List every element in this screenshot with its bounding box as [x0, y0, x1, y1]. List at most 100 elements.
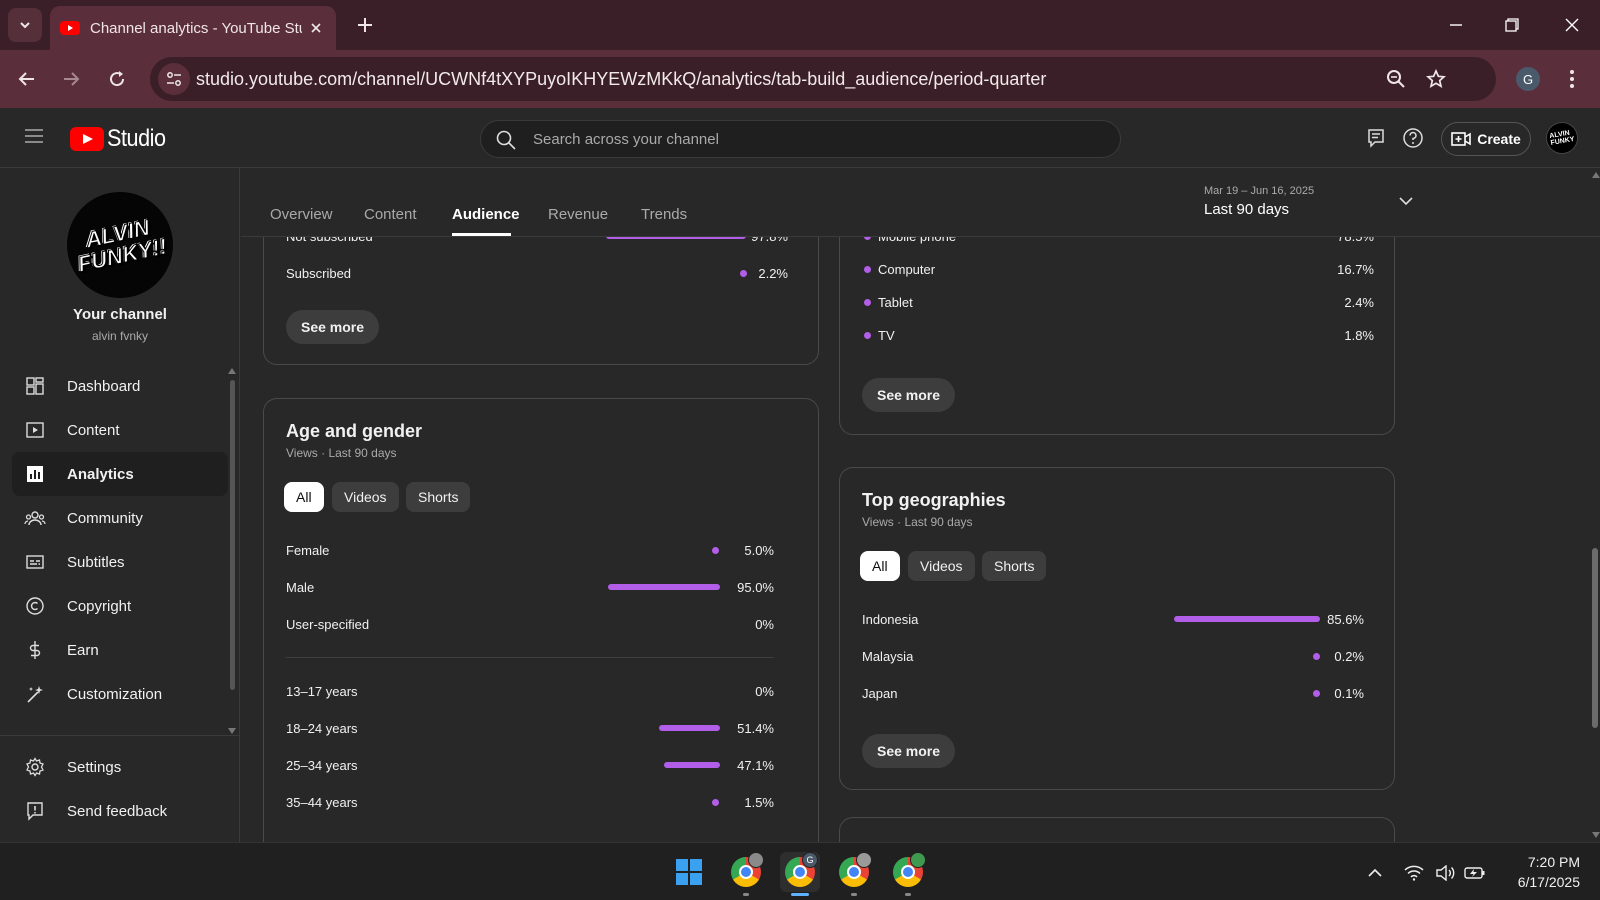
tab-audience[interactable]: Audience: [452, 206, 520, 223]
menu-icon[interactable]: [24, 128, 46, 146]
tab-content[interactable]: Content: [364, 206, 417, 223]
top-geographies-card: Top geographies Views · Last 90 days All…: [839, 467, 1395, 790]
legend-dot: [864, 299, 871, 306]
analytics-tabs: Overview Content Audience Revenue Trends…: [241, 169, 1600, 237]
filter-chip-shorts[interactable]: Shorts: [982, 551, 1047, 581]
tab-search-button[interactable]: [8, 8, 42, 42]
sidebar-item-settings[interactable]: Settings: [12, 745, 228, 789]
tab-revenue[interactable]: Revenue: [548, 206, 608, 223]
sidebar-item-dashboard[interactable]: Dashboard: [12, 364, 228, 408]
create-button[interactable]: Create: [1441, 122, 1531, 156]
filter-chip-videos[interactable]: Videos: [332, 482, 399, 512]
card-title: Top geographies: [862, 490, 1006, 510]
sidebar-item-content[interactable]: Content: [12, 408, 228, 452]
bookmark-star-icon[interactable]: [1424, 67, 1448, 91]
minimize-icon[interactable]: [1442, 12, 1470, 38]
legend-dot: [864, 332, 871, 339]
sidebar-scrollbar[interactable]: [230, 380, 235, 690]
clock-date: 6/17/2025: [1517, 874, 1580, 890]
messages-icon[interactable]: [1364, 126, 1388, 150]
sidebar-item-customization[interactable]: Customization: [12, 672, 228, 716]
main-scrollbar[interactable]: [1592, 548, 1598, 728]
sidebar-divider: [0, 735, 240, 736]
row-value: 85.6%: [1327, 612, 1364, 627]
sidebar-item-subtitles[interactable]: Subtitles: [12, 540, 228, 584]
wifi-icon[interactable]: [1403, 862, 1425, 884]
zoom-icon[interactable]: [1384, 67, 1408, 91]
see-more-button[interactable]: See more: [862, 378, 956, 412]
period-selector[interactable]: Mar 19 – Jun 16, 2025 Last 90 days: [1204, 185, 1314, 218]
filter-chip-all[interactable]: All: [284, 482, 324, 512]
age-gender-card: Age and gender Views · Last 90 days All …: [263, 398, 819, 842]
see-more-button[interactable]: See more: [862, 734, 956, 768]
chrome-profile-3-icon[interactable]: [834, 852, 874, 892]
browser-profile-avatar[interactable]: G: [1516, 67, 1540, 91]
row-value: 1.5%: [744, 795, 774, 810]
search-icon: [495, 129, 517, 151]
volume-icon[interactable]: [1434, 862, 1456, 884]
tray-chevron-up-icon[interactable]: [1364, 862, 1386, 884]
percent-bar: [664, 762, 720, 768]
battery-charging-icon[interactable]: [1464, 862, 1486, 884]
windows-start-icon[interactable]: [669, 852, 709, 892]
analytics-icon: [24, 463, 46, 485]
search-input[interactable]: [533, 121, 1093, 157]
chrome-active-profile-icon[interactable]: G: [780, 852, 820, 892]
earn-icon: [24, 639, 46, 661]
back-arrow-icon[interactable]: [14, 66, 40, 92]
address-bar[interactable]: studio.youtube.com/channel/UCWNf4tXYPuyo…: [150, 57, 1496, 101]
clock-time: 7:20 PM: [1527, 854, 1580, 870]
channel-handle: alvin fvnky: [91, 329, 149, 343]
feedback-icon: [24, 800, 46, 822]
restore-icon[interactable]: [1498, 12, 1526, 38]
main-scroll-down-icon[interactable]: [1592, 832, 1600, 838]
card-subtitle: Views · Last 90 days: [862, 515, 973, 529]
legend-dot: [864, 266, 871, 273]
tab-title: Channel analytics - YouTube Studio: [90, 19, 302, 37]
channel-search[interactable]: [480, 120, 1121, 158]
sidebar-scroll-down-icon[interactable]: [228, 728, 236, 734]
filter-chip-shorts[interactable]: Shorts: [406, 482, 471, 512]
row-value: 16.7%: [1337, 262, 1374, 277]
browser-tab[interactable]: Channel analytics - YouTube Studio: [50, 6, 336, 50]
chrome-profile-1-icon[interactable]: [726, 852, 766, 892]
channel-avatar[interactable]: ALVIN FUNKY!!: [67, 192, 173, 298]
chrome-profile-4-icon[interactable]: [888, 852, 928, 892]
main-scroll-up-icon[interactable]: [1592, 172, 1600, 178]
browser-menu-icon[interactable]: [1564, 67, 1580, 91]
tab-trends[interactable]: Trends: [641, 206, 687, 223]
customization-icon: [24, 683, 46, 705]
chevron-down-icon[interactable]: [1398, 195, 1414, 207]
row-value: 0.1%: [1334, 686, 1364, 701]
sidebar-item-analytics[interactable]: Analytics: [12, 452, 228, 496]
site-settings-icon[interactable]: [158, 63, 190, 95]
next-card: [839, 817, 1395, 842]
system-clock[interactable]: 7:20 PM 6/17/2025: [1500, 852, 1580, 892]
row-label: Computer: [878, 262, 936, 277]
youtube-logo-icon: [70, 127, 104, 151]
tab-close-icon[interactable]: [306, 18, 326, 38]
studio-logo[interactable]: Studio: [70, 125, 172, 153]
chevron-down-icon: [20, 22, 30, 29]
forward-arrow-icon[interactable]: [58, 66, 84, 92]
filter-chip-videos[interactable]: Videos: [908, 551, 975, 581]
filter-chip-all[interactable]: All: [860, 551, 900, 581]
tab-overview[interactable]: Overview: [270, 206, 333, 223]
new-tab-plus-icon[interactable]: [354, 14, 376, 36]
browser-tab-strip: Channel analytics - YouTube Studio: [0, 0, 1600, 50]
help-icon[interactable]: [1401, 126, 1425, 150]
copyright-icon: [24, 595, 46, 617]
reload-icon[interactable]: [104, 66, 130, 92]
account-avatar[interactable]: ALVIN FUNKY: [1543, 119, 1581, 157]
row-label: Tablet: [878, 295, 913, 310]
sidebar-item-copyright[interactable]: Copyright: [12, 584, 228, 628]
sidebar-item-community[interactable]: Community: [12, 496, 228, 540]
sidebar-item-feedback[interactable]: Send feedback: [12, 789, 228, 833]
see-more-button[interactable]: See more: [286, 310, 380, 344]
sidebar-scroll-up-icon[interactable]: [228, 368, 236, 374]
url-text[interactable]: studio.youtube.com/channel/UCWNf4tXYPuyo…: [196, 69, 1046, 90]
active-tab-indicator: [452, 233, 511, 236]
sidebar-item-earn[interactable]: Earn: [12, 628, 228, 672]
dashboard-icon: [24, 375, 46, 397]
close-window-icon[interactable]: [1558, 12, 1586, 38]
